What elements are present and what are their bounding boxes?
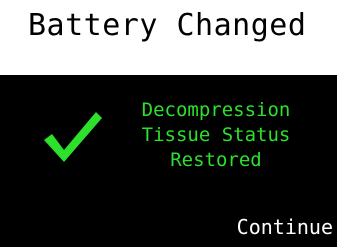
message-line: Decompression bbox=[141, 99, 291, 121]
dive-computer-screen: Battery Changed Decompression Tissue Sta… bbox=[0, 0, 337, 247]
continue-button[interactable]: Continue bbox=[237, 214, 333, 240]
page-title: Battery Changed bbox=[28, 8, 307, 43]
title-bar: Battery Changed bbox=[0, 0, 337, 75]
checkmark-icon bbox=[44, 112, 102, 162]
message-line: Tissue Status bbox=[141, 124, 291, 146]
message-line: Restored bbox=[170, 149, 262, 171]
status-message: Decompression Tissue Status Restored bbox=[110, 98, 322, 173]
